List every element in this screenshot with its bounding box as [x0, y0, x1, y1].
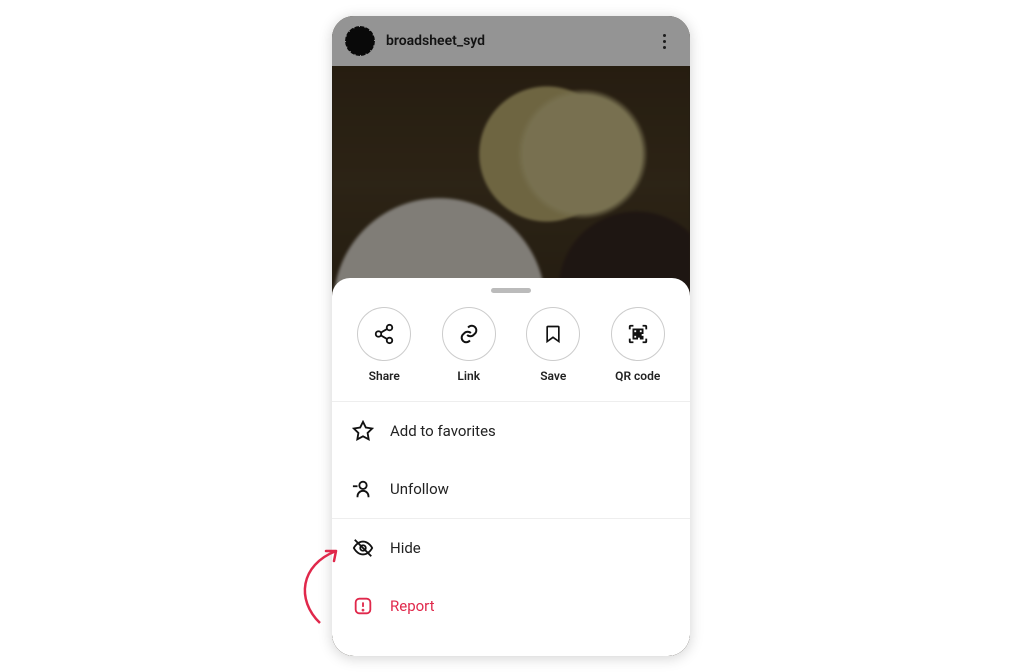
share-icon — [373, 323, 395, 345]
star-icon — [352, 420, 374, 442]
hide-icon — [352, 537, 374, 559]
report-item[interactable]: Report — [332, 577, 690, 635]
report-icon — [352, 595, 374, 617]
link-icon — [458, 323, 480, 345]
unfollow-label: Unfollow — [390, 480, 449, 498]
qrcode-icon — [627, 323, 649, 345]
phone-mockup: broadsheet_syd Share — [332, 16, 690, 656]
unfollow-icon — [352, 478, 374, 500]
link-label: Link — [457, 369, 480, 383]
sheet-drag-handle[interactable] — [491, 288, 531, 293]
unfollow-item[interactable]: Unfollow — [332, 460, 690, 519]
add-to-favorites-item[interactable]: Add to favorites — [332, 402, 690, 460]
action-row: Share Link Save — [332, 297, 690, 402]
option-list: Add to favorites Unfollow Hide — [332, 402, 690, 635]
save-label: Save — [540, 369, 566, 383]
hide-label: Hide — [390, 539, 421, 557]
share-button[interactable]: Share — [349, 307, 419, 383]
qrcode-button[interactable]: QR code — [603, 307, 673, 383]
favorites-label: Add to favorites — [390, 422, 496, 440]
bookmark-icon — [543, 323, 563, 345]
link-button[interactable]: Link — [434, 307, 504, 383]
report-label: Report — [390, 597, 435, 615]
qrcode-label: QR code — [615, 369, 660, 383]
hide-item[interactable]: Hide — [332, 519, 690, 577]
save-button[interactable]: Save — [518, 307, 588, 383]
bottom-sheet: Share Link Save — [332, 278, 690, 656]
share-label: Share — [369, 369, 400, 383]
